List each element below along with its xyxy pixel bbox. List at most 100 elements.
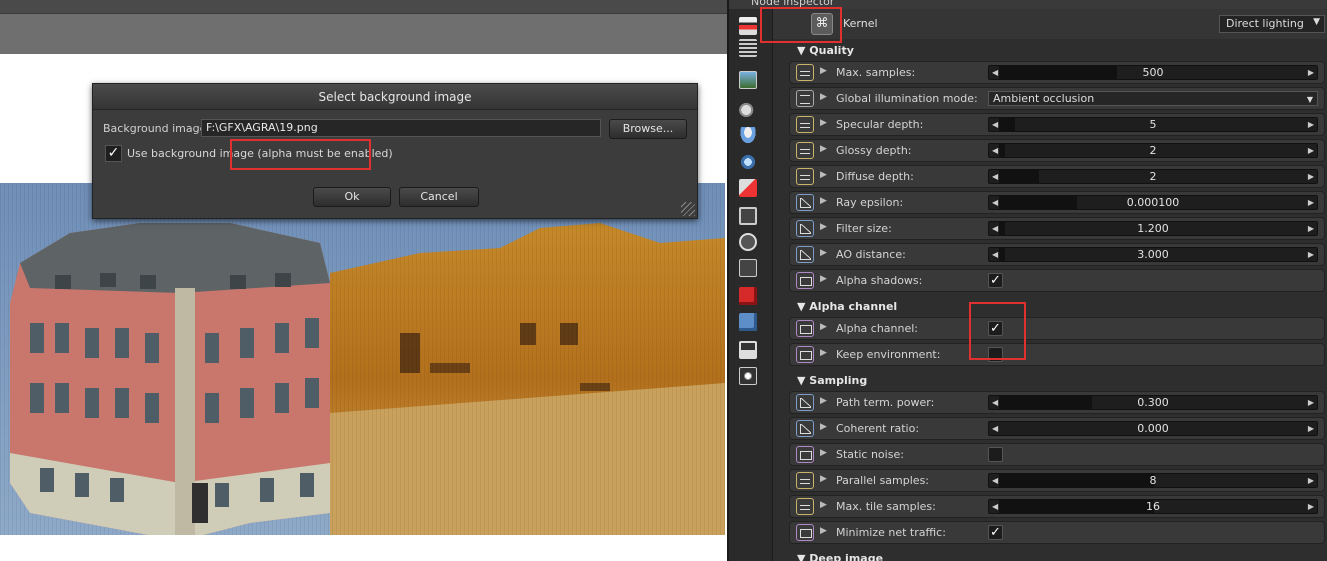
expand-arrow-icon[interactable]: ▶: [820, 222, 827, 232]
int-type-icon[interactable]: [796, 64, 814, 81]
param-slider[interactable]: 0.000100 ◀ ▶: [988, 195, 1318, 210]
increment-arrow-icon[interactable]: ▶: [1308, 66, 1314, 79]
decrement-arrow-icon[interactable]: ◀: [992, 196, 998, 209]
expand-arrow-icon[interactable]: ▶: [820, 66, 827, 76]
material-icon[interactable]: [739, 179, 757, 197]
bool-type-icon[interactable]: [796, 320, 814, 337]
expand-arrow-icon[interactable]: ▶: [820, 526, 827, 536]
enum-type-icon[interactable]: [796, 90, 814, 107]
kernel-type-select[interactable]: Direct lighting ▼: [1219, 15, 1325, 33]
increment-arrow-icon[interactable]: ▶: [1308, 396, 1314, 409]
decrement-arrow-icon[interactable]: ◀: [992, 500, 998, 513]
kernel-icon[interactable]: ⌘: [811, 13, 833, 35]
param-slider[interactable]: 0.000 ◀ ▶: [988, 421, 1318, 436]
param-slider[interactable]: 5 ◀ ▶: [988, 117, 1318, 132]
increment-arrow-icon[interactable]: ▶: [1308, 170, 1314, 183]
int-type-icon[interactable]: [796, 472, 814, 489]
param-slider[interactable]: 2 ◀ ▶: [988, 169, 1318, 184]
expand-arrow-icon[interactable]: ▶: [820, 396, 827, 406]
light-icon[interactable]: [739, 367, 757, 385]
expand-arrow-icon[interactable]: ▶: [820, 448, 827, 458]
param-slider[interactable]: 16 ◀ ▶: [988, 499, 1318, 514]
bool-type-icon[interactable]: [796, 346, 814, 363]
browse-button[interactable]: Browse...: [609, 119, 687, 139]
expand-arrow-icon[interactable]: ▶: [820, 118, 827, 128]
expand-arrow-icon[interactable]: ▶: [820, 196, 827, 206]
param-select[interactable]: Ambient occlusion ▼: [988, 91, 1318, 106]
expand-arrow-icon[interactable]: ▶: [820, 500, 827, 510]
resize-grip-icon[interactable]: [681, 202, 695, 216]
decrement-arrow-icon[interactable]: ◀: [992, 118, 998, 131]
use-background-checkbox[interactable]: ✓: [105, 145, 122, 162]
bool-type-icon[interactable]: [796, 446, 814, 463]
section-header-sampling[interactable]: ▼ Sampling: [797, 374, 867, 387]
expand-arrow-icon[interactable]: ▶: [820, 274, 827, 284]
param-slider[interactable]: 2 ◀ ▶: [988, 143, 1318, 158]
param-checkbox[interactable]: ✓: [988, 321, 1003, 336]
decrement-arrow-icon[interactable]: ◀: [992, 66, 998, 79]
clock-icon[interactable]: [739, 233, 757, 251]
image-icon[interactable]: [739, 71, 757, 89]
param-checkbox[interactable]: ✓: [988, 273, 1003, 288]
float-type-icon[interactable]: [796, 394, 814, 411]
cancel-button[interactable]: Cancel: [399, 187, 479, 207]
list-icon[interactable]: [739, 39, 757, 57]
decrement-arrow-icon[interactable]: ◀: [992, 144, 998, 157]
increment-arrow-icon[interactable]: ▶: [1308, 118, 1314, 131]
expand-arrow-icon[interactable]: ▶: [820, 422, 827, 432]
decrement-arrow-icon[interactable]: ◀: [992, 222, 998, 235]
decrement-arrow-icon[interactable]: ◀: [992, 422, 998, 435]
expand-arrow-icon[interactable]: ▶: [820, 348, 827, 358]
picture-icon[interactable]: [739, 341, 757, 359]
decrement-arrow-icon[interactable]: ◀: [992, 396, 998, 409]
bool-type-icon[interactable]: [796, 272, 814, 289]
param-slider[interactable]: 0.300 ◀ ▶: [988, 395, 1318, 410]
section-header-alpha[interactable]: ▼ Alpha channel: [797, 300, 897, 313]
expand-arrow-icon[interactable]: ▶: [820, 92, 827, 102]
increment-arrow-icon[interactable]: ▶: [1308, 144, 1314, 157]
increment-arrow-icon[interactable]: ▶: [1308, 196, 1314, 209]
int-type-icon[interactable]: [796, 168, 814, 185]
imager-icon[interactable]: [739, 153, 757, 171]
increment-arrow-icon[interactable]: ▶: [1308, 248, 1314, 261]
bool-type-icon[interactable]: [796, 524, 814, 541]
param-slider[interactable]: 8 ◀ ▶: [988, 473, 1318, 488]
param-checkbox[interactable]: [988, 347, 1003, 362]
increment-arrow-icon[interactable]: ▶: [1308, 474, 1314, 487]
increment-arrow-icon[interactable]: ▶: [1308, 222, 1314, 235]
object-layer-icon[interactable]: [739, 313, 757, 331]
expand-arrow-icon[interactable]: ▶: [820, 248, 827, 258]
param-slider[interactable]: 1.200 ◀ ▶: [988, 221, 1318, 236]
decrement-arrow-icon[interactable]: ◀: [992, 248, 998, 261]
expand-arrow-icon[interactable]: ▶: [820, 474, 827, 484]
environment-icon[interactable]: [739, 127, 757, 145]
increment-arrow-icon[interactable]: ▶: [1308, 422, 1314, 435]
geometry-cube-icon[interactable]: [739, 287, 757, 305]
int-type-icon[interactable]: [796, 142, 814, 159]
expand-arrow-icon[interactable]: ▶: [820, 144, 827, 154]
render-viewport[interactable]: Select background image Background image…: [0, 0, 727, 561]
film-settings-icon[interactable]: [739, 207, 757, 225]
background-image-path-input[interactable]: F:\GFX\AGRA\19.png: [201, 119, 601, 137]
param-slider[interactable]: 500 ◀ ▶: [988, 65, 1318, 80]
increment-arrow-icon[interactable]: ▶: [1308, 500, 1314, 513]
param-slider[interactable]: 3.000 ◀ ▶: [988, 247, 1318, 262]
ok-button[interactable]: Ok: [313, 187, 391, 207]
decrement-arrow-icon[interactable]: ◀: [992, 170, 998, 183]
expand-arrow-icon[interactable]: ▶: [820, 322, 827, 332]
float-type-icon[interactable]: [796, 420, 814, 437]
int-type-icon[interactable]: [796, 116, 814, 133]
float-type-icon[interactable]: [796, 246, 814, 263]
param-checkbox[interactable]: ✓: [988, 525, 1003, 540]
float-type-icon[interactable]: [796, 220, 814, 237]
camera-icon[interactable]: [739, 101, 757, 119]
int-type-icon[interactable]: [796, 498, 814, 515]
expand-arrow-icon[interactable]: ▶: [820, 170, 827, 180]
section-header-deep[interactable]: ▼ Deep image: [797, 552, 883, 561]
decrement-arrow-icon[interactable]: ◀: [992, 474, 998, 487]
float-type-icon[interactable]: [796, 194, 814, 211]
section-header-quality[interactable]: ▼ Quality: [797, 44, 854, 57]
node-tree-icon[interactable]: [739, 17, 757, 35]
kernel-side-icon[interactable]: [739, 259, 757, 277]
param-checkbox[interactable]: [988, 447, 1003, 462]
